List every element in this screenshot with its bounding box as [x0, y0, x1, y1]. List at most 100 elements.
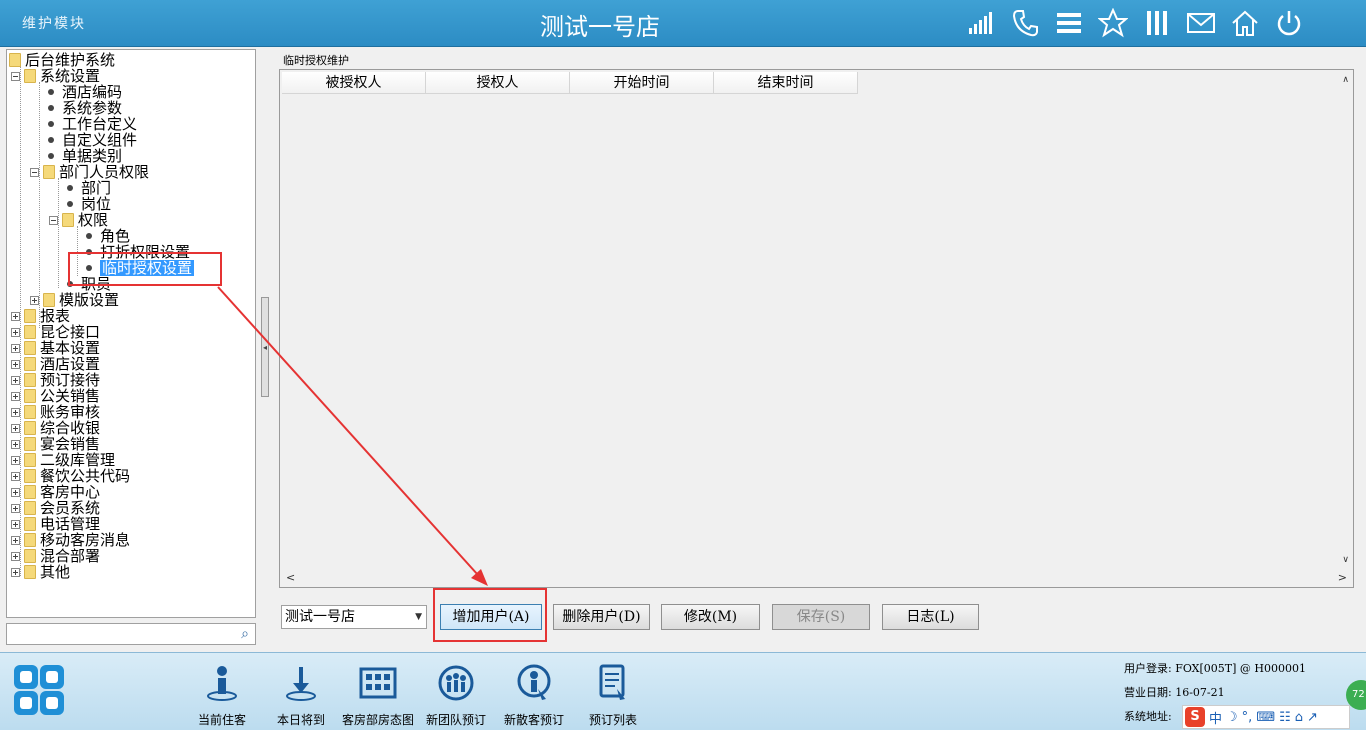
scroll-down-icon[interactable]: ∨: [1342, 555, 1349, 565]
tree-search-input[interactable]: ⌕: [6, 623, 256, 645]
new-guest-booking-button[interactable]: 新散客预订: [494, 663, 574, 728]
menu-icon[interactable]: [1052, 6, 1086, 40]
expand-icon[interactable]: [11, 551, 20, 561]
tree-item-workbench-def[interactable]: 工作台定义: [45, 116, 137, 132]
folder-icon: [24, 533, 36, 547]
scroll-right-icon[interactable]: >: [1338, 571, 1347, 584]
expand-icon[interactable]: [11, 471, 20, 481]
store-select[interactable]: 测试一号店 ▼: [281, 605, 427, 629]
tree-item-reservation[interactable]: 预订接待: [11, 372, 100, 388]
tree-item-system-settings[interactable]: 系统设置: [11, 68, 100, 84]
expand-icon[interactable]: [11, 487, 20, 497]
expand-icon[interactable]: [11, 407, 20, 417]
column-header[interactable]: 被授权人: [282, 72, 426, 94]
tree-item-root[interactable]: 后台维护系统: [9, 52, 115, 68]
modify-button[interactable]: 修改(M): [661, 604, 760, 630]
columns-icon[interactable]: [1140, 6, 1174, 40]
phone-icon[interactable]: [1008, 6, 1042, 40]
tree-item-dept[interactable]: 部门: [64, 180, 111, 196]
highlight-box: [433, 588, 547, 642]
expand-icon[interactable]: [11, 535, 20, 545]
tree-item-basic-settings[interactable]: 基本设置: [11, 340, 100, 356]
tree-item-others[interactable]: 其他: [11, 564, 70, 580]
expand-icon[interactable]: [11, 327, 20, 337]
expand-icon[interactable]: [11, 423, 20, 433]
collapse-icon[interactable]: [30, 167, 39, 177]
shirt-icon[interactable]: ⌂: [1295, 710, 1303, 725]
expand-icon[interactable]: [11, 567, 20, 577]
tree-item-kunlun-api[interactable]: 昆仑接口: [11, 324, 100, 340]
ime-toolbar[interactable]: S 中 ☽ °, ⌨ ☷ ⌂ ↗: [1182, 705, 1350, 729]
tree-item-mixed-deploy[interactable]: 混合部署: [11, 548, 100, 564]
tree-item-fnb-codes[interactable]: 餐饮公共代码: [11, 468, 130, 484]
expand-icon[interactable]: [11, 519, 20, 529]
auth-grid[interactable]: 被授权人 授权人 开始时间 结束时间 ∧ ∨ < >: [279, 69, 1354, 588]
collapse-icon[interactable]: [11, 71, 20, 81]
tree-item-custom-component[interactable]: 自定义组件: [45, 132, 137, 148]
tree-item-mobile-room-msg[interactable]: 移动客房消息: [11, 532, 130, 548]
tree-item-banquet-sales[interactable]: 宴会销售: [11, 436, 100, 452]
punctuation-icon[interactable]: °,: [1242, 710, 1253, 725]
tree-item-hotel-settings[interactable]: 酒店设置: [11, 356, 100, 372]
guest-icon: [517, 664, 551, 700]
tree-item-system-params[interactable]: 系统参数: [45, 100, 122, 116]
sogou-icon[interactable]: S: [1185, 707, 1205, 727]
tree-item-cashier[interactable]: 综合收银: [11, 420, 100, 436]
expand-icon[interactable]: [11, 391, 20, 401]
tree-item-account-audit[interactable]: 账务审核: [11, 404, 100, 420]
scroll-left-icon[interactable]: <: [286, 571, 295, 584]
delete-user-button[interactable]: 删除用户(D): [553, 604, 650, 630]
group-title: 临时授权维护: [283, 54, 349, 67]
tree-item-housekeeping[interactable]: 客房中心: [11, 484, 100, 500]
chevron-down-icon: ▼: [415, 612, 422, 622]
arrivals-today-button[interactable]: 本日将到: [261, 663, 341, 728]
tree-item-dept-staff-perm[interactable]: 部门人员权限: [30, 164, 149, 180]
tree-item-template-settings[interactable]: 模版设置: [30, 292, 119, 308]
column-header[interactable]: 授权人: [426, 72, 570, 94]
tree-item-permission[interactable]: 权限: [49, 212, 108, 228]
new-group-booking-button[interactable]: 新团队预订: [416, 663, 496, 728]
column-header[interactable]: 开始时间: [570, 72, 714, 94]
tool-icon[interactable]: ↗: [1307, 710, 1318, 725]
moon-icon[interactable]: ☽: [1226, 710, 1238, 725]
keyboard-icon[interactable]: ⌨: [1256, 710, 1275, 725]
expand-icon[interactable]: [11, 455, 20, 465]
arrival-icon: [286, 667, 316, 701]
expand-icon[interactable]: [11, 503, 20, 513]
tree-item-doc-category[interactable]: 单据类别: [45, 148, 122, 164]
expand-icon[interactable]: [11, 311, 20, 321]
tree-item-post[interactable]: 岗位: [64, 196, 111, 212]
tree-item-member-system[interactable]: 会员系统: [11, 500, 100, 516]
folder-icon: [43, 293, 55, 307]
scroll-up-icon[interactable]: ∧: [1342, 75, 1349, 85]
power-icon[interactable]: [1272, 6, 1306, 40]
expand-icon[interactable]: [11, 439, 20, 449]
column-header[interactable]: 结束时间: [714, 72, 858, 94]
room-status-button[interactable]: 客房部房态图: [338, 663, 418, 728]
search-icon[interactable]: ⌕: [241, 626, 249, 642]
save-button[interactable]: 保存(S): [772, 604, 870, 630]
log-button[interactable]: 日志(L): [882, 604, 979, 630]
grid-icon[interactable]: ☷: [1279, 710, 1291, 725]
mail-icon[interactable]: [1184, 6, 1218, 40]
expand-icon[interactable]: [30, 295, 39, 305]
expand-icon[interactable]: [11, 343, 20, 353]
tree-item-pr-sales[interactable]: 公关销售: [11, 388, 100, 404]
folder-icon: [24, 357, 36, 371]
tree-item-reports[interactable]: 报表: [11, 308, 70, 324]
booking-list-button[interactable]: 预订列表: [573, 663, 653, 728]
tree-item-hotel-code[interactable]: 酒店编码: [45, 84, 122, 100]
tree-item-secondary-warehouse[interactable]: 二级库管理: [11, 452, 115, 468]
ime-mode-label[interactable]: 中: [1209, 708, 1222, 727]
tree-item-role[interactable]: 角色: [83, 228, 130, 244]
signal-icon[interactable]: [964, 6, 998, 40]
home-icon[interactable]: [1228, 6, 1262, 40]
current-guests-button[interactable]: 当前住客: [182, 663, 262, 728]
expand-icon[interactable]: [11, 359, 20, 369]
highlight-box: [68, 252, 222, 286]
collapse-icon[interactable]: [49, 215, 58, 225]
star-icon[interactable]: [1096, 6, 1130, 40]
tree-item-telephone[interactable]: 电话管理: [11, 516, 100, 532]
splitter-handle[interactable]: ◂: [261, 297, 269, 397]
expand-icon[interactable]: [11, 375, 20, 385]
